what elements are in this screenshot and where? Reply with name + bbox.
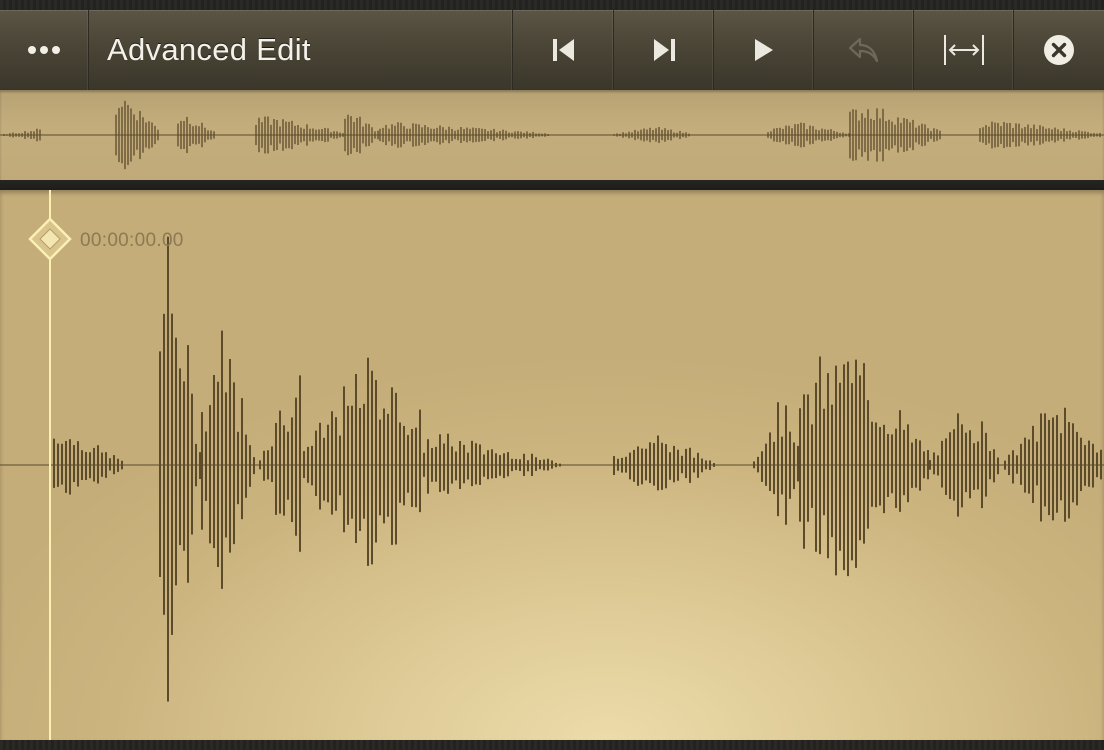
more-options-button[interactable] — [0, 10, 89, 90]
more-dots-icon — [26, 44, 62, 56]
close-button[interactable] — [1014, 10, 1104, 90]
playhead-handle[interactable] — [28, 217, 72, 261]
advanced-edit-screen: Advanced Edit 00:00:00.00 — [0, 0, 1104, 750]
undo-icon — [847, 35, 881, 65]
close-icon — [1042, 33, 1076, 67]
overview-waveform — [0, 100, 1104, 170]
skip-back-icon — [550, 36, 578, 64]
divider-strip — [0, 180, 1104, 190]
skip-to-end-button[interactable] — [614, 10, 714, 90]
waveform-overview[interactable] — [0, 90, 1104, 182]
skip-to-start-button[interactable] — [514, 10, 614, 90]
play-icon — [751, 36, 777, 64]
play-button[interactable] — [714, 10, 814, 90]
undo-button[interactable] — [814, 10, 914, 90]
fit-to-width-button[interactable] — [914, 10, 1014, 90]
main-waveform — [0, 190, 1104, 740]
top-edge-strip — [0, 0, 1104, 10]
page-title: Advanced Edit — [107, 32, 311, 67]
fit-width-icon — [942, 33, 986, 67]
toolbar: Advanced Edit — [0, 10, 1104, 90]
skip-forward-icon — [650, 36, 678, 64]
playhead-timecode: 00:00:00.00 — [80, 230, 184, 251]
waveform-editor[interactable]: 00:00:00.00 — [0, 190, 1104, 740]
title-area: Advanced Edit — [89, 10, 513, 90]
bottom-edge-strip — [0, 740, 1104, 750]
